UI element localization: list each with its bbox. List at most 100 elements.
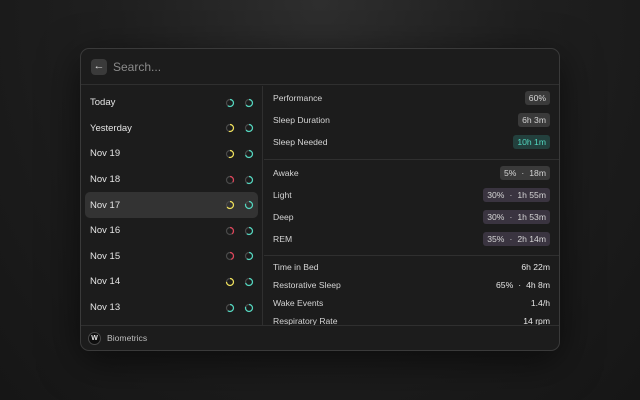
time-in-bed-row: Time in Bed 6h 22m — [273, 258, 550, 276]
list-item-day[interactable]: Nov 19 — [85, 141, 258, 167]
detail-panel: Performance 60% Sleep Duration 6h 3m Sle… — [264, 86, 559, 326]
divider — [264, 255, 559, 256]
recovery-ring-icon — [225, 175, 235, 184]
deep-time: 1h 53m — [517, 212, 546, 222]
list-item-day[interactable]: Nov 14 — [85, 269, 258, 295]
recovery-ring-icon — [225, 124, 235, 133]
light-value: 30% · 1h 55m — [483, 188, 550, 202]
awake-row: Awake 5% · 18m — [273, 161, 550, 184]
day-label: Nov 18 — [90, 174, 121, 186]
list-item-day[interactable]: Yesterday — [85, 116, 258, 142]
rem-row: REM 35% · 2h 14m — [273, 228, 550, 250]
sleep-ring-icon — [244, 201, 254, 210]
wake-events-value: 1.4/h — [530, 298, 550, 308]
restorative-percent: 65% — [496, 280, 514, 290]
list-item-day[interactable]: Nov 17 — [85, 192, 258, 218]
sleep-duration-value: 6h 3m — [518, 113, 550, 127]
sleep-ring-icon — [244, 149, 254, 159]
recovery-ring-icon — [225, 277, 235, 287]
score-rings — [225, 244, 254, 270]
score-rings — [225, 295, 254, 321]
list-item-day[interactable]: Nov 15 — [85, 244, 258, 270]
sleep-ring-icon — [244, 252, 254, 261]
list-item-day[interactable]: Nov 18 — [85, 167, 258, 193]
rem-label: REM — [273, 234, 293, 244]
back-button[interactable]: ← — [91, 58, 107, 75]
sleep-needed-value: 10h 1m — [513, 135, 550, 149]
performance-label: Performance — [273, 92, 323, 103]
day-label: Nov 14 — [90, 276, 121, 288]
rem-time: 2h 14m — [517, 234, 546, 244]
restorative-sleep-label: Restorative Sleep — [273, 280, 341, 290]
score-rings — [225, 218, 254, 244]
divider — [264, 159, 559, 160]
recovery-ring-icon — [225, 252, 235, 261]
day-label: Nov 17 — [90, 199, 121, 211]
day-label: Yesterday — [90, 122, 132, 134]
day-list: Today Yesterday Nov 19 Nov 18 Nov 17 Nov 16 No… — [81, 86, 263, 326]
score-rings — [225, 192, 254, 218]
separator-dot: · — [509, 190, 513, 200]
deep-percent: 30% — [487, 212, 505, 222]
awake-label: Awake — [273, 167, 299, 178]
performance-value: 60% — [524, 90, 550, 105]
recovery-ring-icon — [225, 149, 235, 159]
rem-percent: 35% — [487, 234, 505, 244]
score-rings — [225, 116, 254, 142]
list-item-day[interactable]: Nov 13 — [85, 295, 258, 321]
recovery-ring-icon — [225, 303, 235, 312]
light-label: Light — [273, 190, 292, 200]
wake-events-row: Wake Events 1.4/h — [273, 294, 550, 312]
awake-percent: 5% — [503, 167, 517, 178]
app-window: ← Today Yesterday Nov 19 Nov 18 Nov 17 Nov 16… — [80, 48, 560, 351]
arrow-left-icon: ← — [93, 60, 105, 72]
day-label: Nov 13 — [90, 302, 121, 314]
separator-dot: · — [521, 167, 525, 178]
footer: W Biometrics — [81, 325, 559, 350]
day-label: Today — [90, 97, 116, 109]
time-in-bed-label: Time in Bed — [273, 262, 319, 272]
performance-row: Performance 60% — [273, 86, 550, 109]
score-rings — [225, 141, 254, 167]
footer-label: Biometrics — [107, 333, 148, 343]
separator-dot: · — [518, 280, 522, 290]
whoop-logo-icon: W — [88, 331, 101, 345]
awake-time: 18m — [529, 167, 546, 178]
recovery-ring-icon — [225, 226, 235, 235]
light-time: 1h 55m — [517, 190, 546, 200]
sleep-ring-icon — [244, 303, 254, 312]
restorative-sleep-row: Restorative Sleep 65% · 4h 8m — [273, 276, 550, 294]
deep-label: Deep — [273, 212, 294, 222]
list-item-day[interactable]: Nov 16 — [85, 218, 258, 244]
sleep-ring-icon — [244, 124, 254, 133]
wake-events-label: Wake Events — [273, 298, 324, 308]
search-bar: ← — [81, 49, 559, 85]
awake-value: 5% · 18m — [499, 165, 550, 180]
score-rings — [225, 90, 254, 116]
day-label: Nov 15 — [90, 250, 121, 262]
separator-dot: · — [509, 234, 513, 244]
sleep-ring-icon — [244, 277, 254, 287]
recovery-ring-icon — [225, 201, 235, 210]
light-row: Light 30% · 1h 55m — [273, 184, 550, 206]
search-input[interactable] — [113, 59, 413, 74]
sleep-ring-icon — [244, 98, 254, 107]
restorative-sleep-value: 65% · 4h 8m — [496, 280, 550, 290]
sleep-needed-row: Sleep Needed 10h 1m — [273, 131, 550, 153]
sleep-needed-label: Sleep Needed — [273, 137, 328, 147]
sleep-ring-icon — [244, 175, 254, 184]
sleep-duration-label: Sleep Duration — [273, 115, 330, 125]
time-in-bed-value: 6h 22m — [521, 262, 550, 272]
restorative-time: 4h 8m — [526, 280, 550, 290]
rem-value: 35% · 2h 14m — [483, 232, 550, 246]
day-label: Nov 16 — [90, 225, 121, 237]
sleep-ring-icon — [244, 226, 254, 235]
score-rings — [225, 167, 254, 193]
sleep-duration-row: Sleep Duration 6h 3m — [273, 109, 550, 131]
list-item-day[interactable]: Today — [85, 90, 258, 116]
separator-dot: · — [509, 212, 513, 222]
deep-value: 30% · 1h 53m — [483, 210, 550, 224]
score-rings — [225, 269, 254, 295]
deep-row: Deep 30% · 1h 53m — [273, 206, 550, 228]
logo-letter: W — [91, 334, 98, 342]
